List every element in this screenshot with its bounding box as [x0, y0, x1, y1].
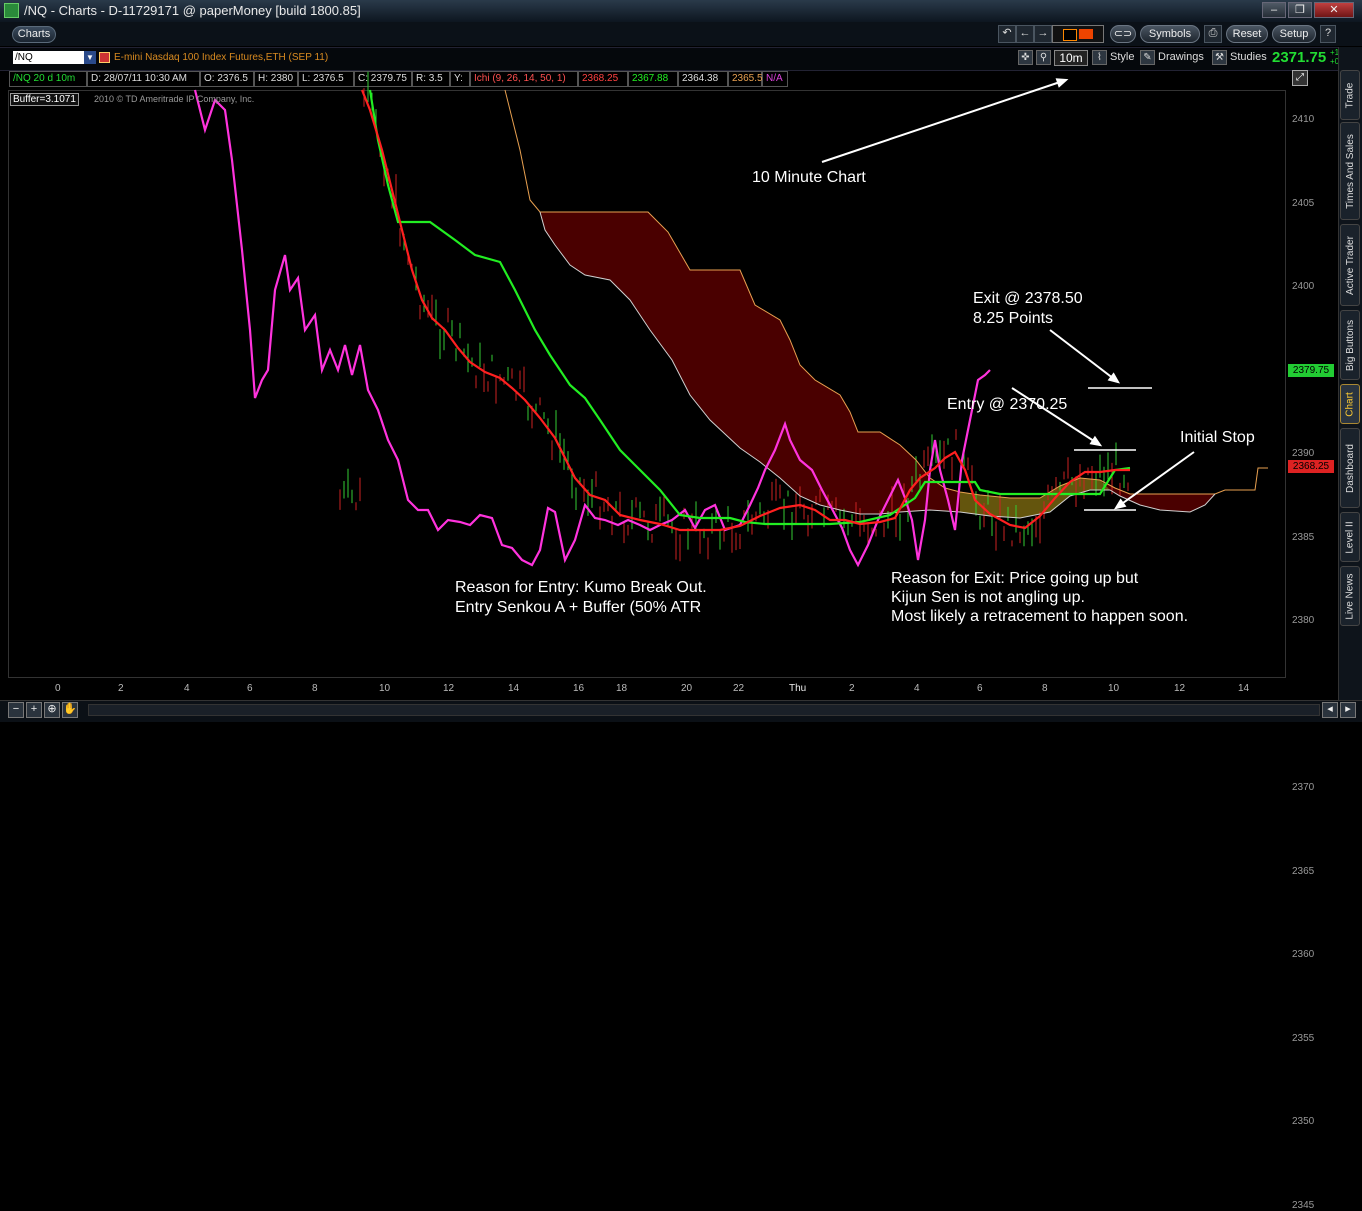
annotation-reason-entry-1: Reason for Entry: Kumo Break Out.	[455, 579, 707, 596]
annotation-initial-stop: Initial Stop	[1180, 429, 1255, 446]
x-tick-label: 0	[55, 683, 61, 694]
sidebar-tab-active-trader[interactable]: Active Trader	[1340, 224, 1360, 306]
zoom-fit-icon[interactable]: ⊕	[44, 702, 60, 718]
buffer-label: Buffer=3.1071	[10, 93, 79, 106]
x-tick-label: 14	[508, 683, 520, 694]
y-tick-label: 2405	[1292, 197, 1315, 209]
annotation-exit-points: 8.25 Points	[973, 310, 1054, 327]
x-tick-label: Thu	[789, 683, 807, 694]
sidebar-tab-level-ii[interactable]: Level II	[1340, 512, 1360, 562]
annotation-exit: Exit @ 2378.50	[973, 290, 1083, 307]
copyright-text: 2010 © TD Ameritrade IP Company, Inc.	[94, 94, 255, 104]
arrow-to-exit	[1049, 329, 1119, 383]
x-tick-label: 14	[1238, 683, 1250, 694]
x-tick-label: 2	[849, 683, 855, 694]
sidebar-tab-big-buttons[interactable]: Big Buttons	[1340, 310, 1360, 380]
y-tick-label: 2355	[1292, 1032, 1315, 1044]
x-tick-label: 6	[977, 683, 983, 694]
x-tick-label: 10	[379, 683, 391, 694]
sidebar-tab-times-and-sales[interactable]: Times And Sales	[1340, 122, 1360, 220]
x-tick-label: 6	[247, 683, 253, 694]
sidebar-tab-live-news[interactable]: Live News	[1340, 566, 1360, 626]
x-tick-label: 16	[573, 683, 585, 694]
price-axis[interactable]	[1286, 90, 1336, 678]
expand-icon[interactable]: ⤢	[1292, 70, 1308, 86]
annotation-entry: Entry @ 2370.25	[947, 396, 1068, 413]
y-tick-label: 2345	[1292, 1199, 1315, 1211]
x-tick-label: 2	[118, 683, 124, 694]
arrow-to-timeframe-head	[1055, 78, 1069, 88]
zoom-in-icon[interactable]: +	[26, 702, 42, 718]
sidebar-tab-trade[interactable]: Trade	[1340, 70, 1360, 120]
x-tick-label: 8	[312, 683, 318, 694]
zoom-out-icon[interactable]: −	[8, 702, 24, 718]
x-tick-label: 12	[443, 683, 455, 694]
y-tick-label: 2350	[1292, 1116, 1315, 1127]
x-tick-label: 12	[1174, 683, 1186, 694]
y-tick-label: 2360	[1292, 949, 1315, 960]
arrow-to-entry-head	[1089, 435, 1103, 447]
horizontal-scrollbar[interactable]	[88, 704, 1320, 716]
scroll-left-icon[interactable]: ◂	[1322, 702, 1338, 718]
sidebar-tab-dashboard[interactable]: Dashboard	[1340, 428, 1360, 508]
x-tick-label: 4	[184, 683, 190, 694]
annotation-reason-exit-3: Most likely a retracement to happen soon…	[891, 608, 1189, 625]
y-tick-label: 2370	[1292, 782, 1315, 793]
annotation-reason-exit-2: Kijun Sen is not angling up.	[891, 589, 1085, 606]
x-tick-label: 22	[733, 683, 745, 694]
last-price-tag: 2379.75	[1288, 364, 1334, 377]
senkou-span-a	[504, 89, 1268, 499]
x-tick-label: 20	[681, 683, 693, 694]
x-tick-label: 18	[616, 683, 628, 694]
annotation-reason-entry-2: Entry Senkou A + Buffer (50% ATR	[455, 599, 702, 616]
study-price-tag: 2368.25	[1288, 460, 1334, 473]
x-tick-label: 8	[1042, 683, 1048, 694]
annotation-chart-label: 10 Minute Chart	[752, 169, 866, 186]
y-tick-label: 2380	[1292, 615, 1315, 626]
y-tick-label: 2365	[1292, 865, 1315, 877]
y-tick-label: 2385	[1292, 531, 1315, 543]
x-tick-label: 4	[914, 683, 920, 694]
y-tick-label: 2410	[1292, 114, 1315, 125]
annotation-reason-exit-1: Reason for Exit: Price going up but	[891, 570, 1139, 587]
arrow-to-timeframe	[821, 79, 1067, 163]
x-tick-label: 10	[1108, 683, 1120, 694]
scroll-right-icon[interactable]: ▸	[1340, 702, 1356, 718]
y-tick-label: 2400	[1292, 281, 1315, 292]
pan-icon[interactable]: ✋	[62, 702, 78, 718]
sidebar-tab-chart[interactable]: Chart	[1340, 384, 1360, 424]
y-tick-label: 2390	[1292, 448, 1315, 459]
